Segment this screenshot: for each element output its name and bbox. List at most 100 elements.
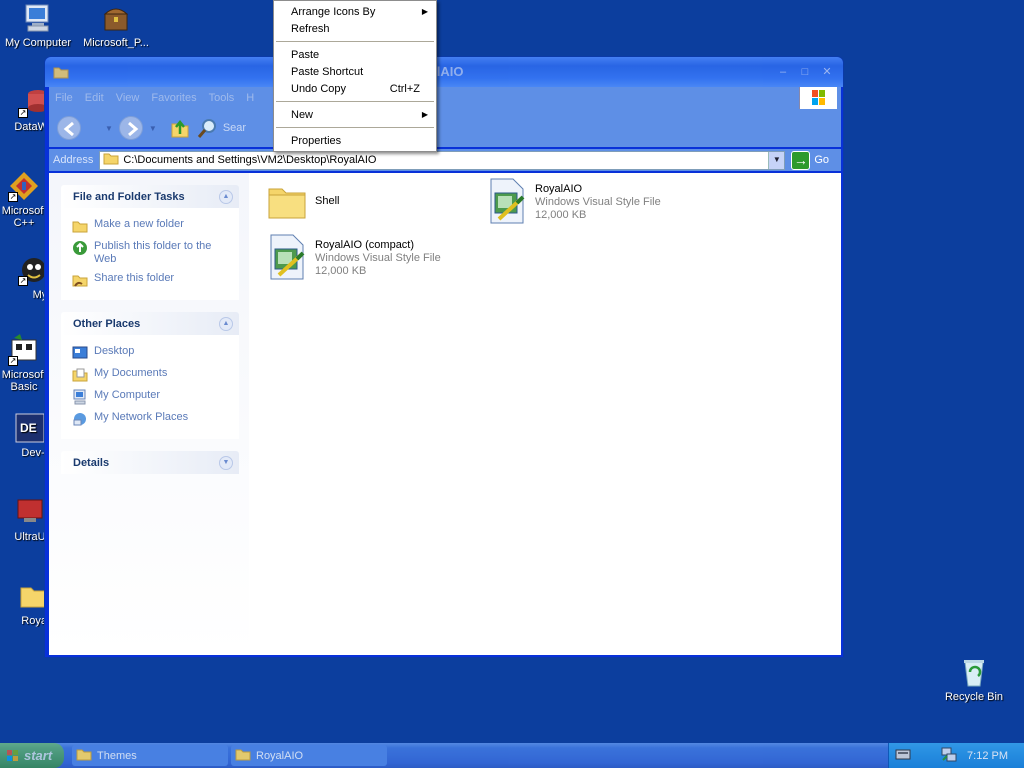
file-item-royalaio-compact[interactable]: RoyalAIO (compact) Windows Visual Style … [267,233,441,281]
menu-separator [276,41,434,42]
up-folder-button[interactable] [169,117,191,139]
menu-item-new[interactable]: New ▶ [274,106,436,123]
menu-file[interactable]: File [49,92,79,104]
file-list: Shell RoyalAIO Windows Visual Style File… [249,173,841,655]
go-arrow-icon: → [791,150,811,170]
file-item-royalaio[interactable]: RoyalAIO Windows Visual Style File 12,00… [487,177,661,225]
context-menu: Arrange Icons By ▶ Refresh Paste Paste S… [273,0,437,152]
menu-favorites[interactable]: Favorites [145,92,202,104]
address-dropdown-button[interactable]: ▼ [768,151,785,169]
place-desktop[interactable]: Desktop [72,342,232,364]
treasure-chest-icon [100,2,132,34]
back-dropdown-icon[interactable]: ▼ [105,124,113,133]
task-share-folder[interactable]: Share this folder [72,269,232,291]
keyboard-icon[interactable] [895,748,911,763]
forward-dropdown-icon[interactable]: ▼ [149,124,157,133]
shortcut-arrow-icon: ↗ [8,192,18,202]
system-tray: 7:12 PM [888,743,1024,768]
network-icon[interactable] [941,746,957,765]
menu-edit[interactable]: Edit [79,92,110,104]
file-folder-tasks-header[interactable]: File and Folder Tasks ▲ [61,185,239,208]
close-button[interactable]: ✕ [819,65,835,79]
taskbar-button-label: RoyalAIO [256,749,304,762]
desktop-icon-recycle-bin[interactable]: Recycle Bin [934,656,1014,703]
other-places-panel: Other Places ▲ Desktop My Documents My C… [61,312,239,439]
menu-item-undo-copy[interactable]: Undo Copy Ctrl+Z [274,80,436,97]
search-icon [197,119,216,138]
minimize-button[interactable]: – [775,65,791,79]
start-button[interactable]: start [0,743,64,768]
place-my-documents[interactable]: My Documents [72,364,232,386]
other-places-header[interactable]: Other Places ▲ [61,312,239,335]
file-folder-tasks-panel: File and Folder Tasks ▲ Make a new folde… [61,185,239,300]
up-folder-icon [171,119,189,138]
recycle-bin-icon [958,656,990,688]
panel-title: Details [73,456,110,469]
desktop-icon-label: Microsoft_P... [83,37,149,49]
content-area: File and Folder Tasks ▲ Make a new folde… [49,173,841,655]
shortcut-arrow-icon: ↗ [8,356,18,366]
menu-item-paste[interactable]: Paste [274,46,436,63]
file-name: RoyalAIO (compact) [315,239,415,251]
forward-button[interactable] [118,116,143,140]
task-label: Make a new folder [94,218,184,230]
address-bar: Address C:\Documents and Settings\VM2\De… [49,149,841,171]
file-type: Windows Visual Style File [535,196,661,208]
address-value: C:\Documents and Settings\VM2\Desktop\Ro… [123,154,377,166]
menu-item-label: Undo Copy [291,82,347,95]
start-label: start [24,748,53,763]
desktop-icon-microsoft-p[interactable]: Microsoft_P... [76,2,156,49]
desktop-icon-label: Recycle Bin [944,691,1004,703]
network-places-icon [72,411,88,427]
computer-icon [22,2,54,34]
task-publish-folder[interactable]: Publish this folder to the Web [72,237,232,269]
menu-item-properties[interactable]: Properties [274,132,436,149]
desktop-icon-my-computer[interactable]: My Computer [0,2,78,49]
go-button[interactable]: → Go [791,150,829,170]
title-bar[interactable]: RoyalAIO – □ ✕ [45,57,843,87]
address-input[interactable]: C:\Documents and Settings\VM2\Desktop\Ro… [99,150,786,170]
place-my-network-places[interactable]: My Network Places [72,408,232,430]
menu-tools[interactable]: Tools [203,92,241,104]
menu-view[interactable]: View [110,92,146,104]
menu-item-paste-shortcut[interactable]: Paste Shortcut [274,63,436,80]
place-label: My Computer [94,389,161,401]
place-label: Desktop [94,345,135,357]
explorer-window[interactable]: RoyalAIO – □ ✕ File Edit View Favorites … [44,56,844,658]
publish-web-icon [72,240,88,256]
file-type: Windows Visual Style File [315,252,441,264]
taskbar-button-themes[interactable]: Themes [72,745,228,766]
file-name: Shell [315,195,340,207]
theme-app-icon [14,496,46,528]
menu-separator [276,127,434,128]
task-label: Publish this folder to the Web [94,240,212,265]
toolbar: ▼ ▼ Sear [49,109,841,147]
task-make-new-folder[interactable]: Make a new folder [72,215,232,237]
collapse-icon[interactable]: ▲ [219,189,233,204]
place-my-computer[interactable]: My Computer [72,386,232,408]
svg-text:DE: DE [20,421,37,435]
collapse-icon[interactable]: ▲ [219,316,233,331]
file-size: 12,000 KB [315,265,367,277]
file-item-shell[interactable]: Shell [267,181,339,229]
menu-item-refresh[interactable]: Refresh [274,20,436,37]
clock[interactable]: 7:12 PM [967,750,1008,762]
maximize-button[interactable]: □ [797,65,813,79]
folder-icon [53,66,69,79]
menu-item-arrange-icons[interactable]: Arrange Icons By ▶ [274,3,436,20]
menu-help[interactable]: H [240,92,260,104]
folder-icon [267,181,307,229]
new-folder-icon [72,218,88,234]
windows-logo-icon [799,87,837,109]
menu-item-label: Properties [291,134,342,147]
back-button[interactable] [57,116,81,140]
menu-separator [276,101,434,102]
shortcut-arrow-icon: ↗ [18,276,28,286]
search-label: Sear [222,122,247,134]
expand-icon[interactable]: ▼ [219,455,233,470]
taskbar-button-royalaio[interactable]: RoyalAIO [231,745,387,766]
search-button[interactable]: Sear [197,117,246,139]
menu-item-label: Refresh [291,22,330,35]
details-header[interactable]: Details ▼ [61,451,239,474]
desktop-icon [72,345,88,361]
